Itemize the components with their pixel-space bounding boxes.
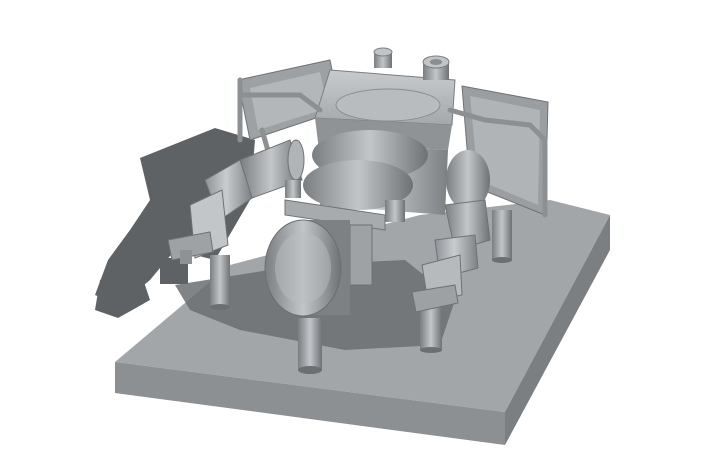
front-drum [264,219,350,317]
model-render [95,47,610,445]
model-viewport[interactable] [0,0,725,453]
